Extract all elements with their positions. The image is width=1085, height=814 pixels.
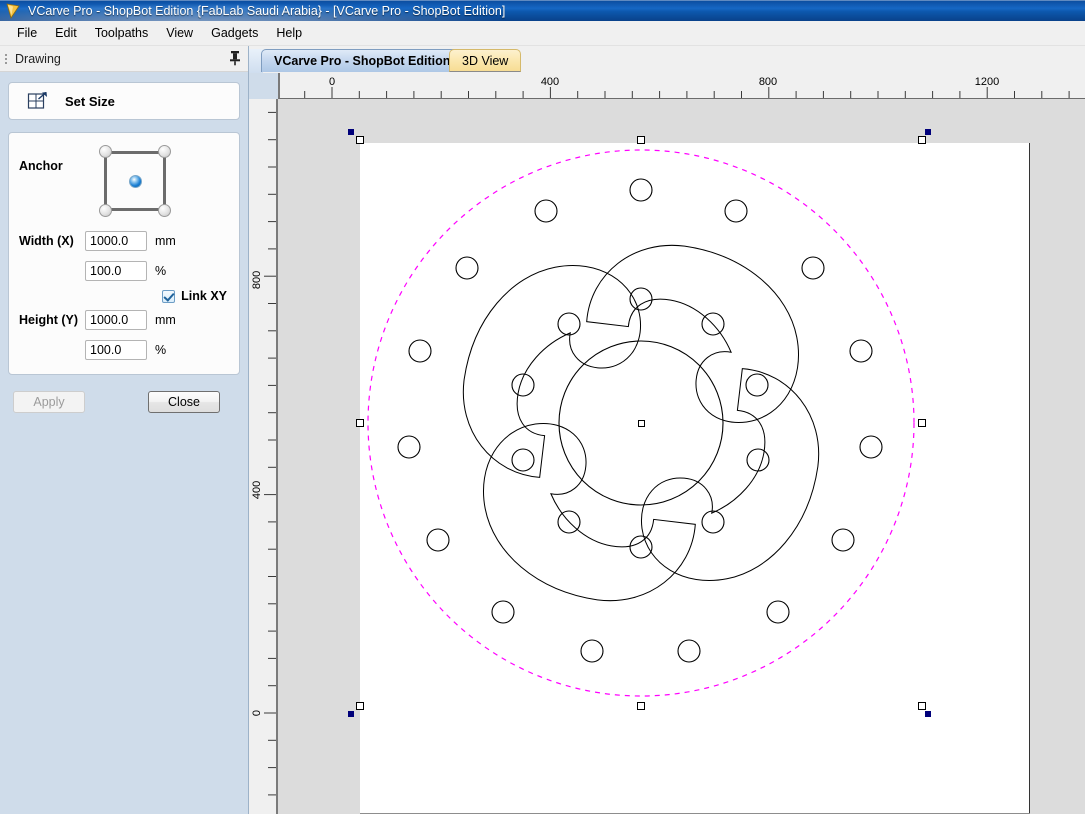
ruler-corner	[249, 73, 278, 99]
size-settings-group: Anchor Width (X) 1000.0 mm 100.0 % Link …	[8, 132, 240, 375]
svg-text:400: 400	[541, 76, 559, 88]
anchor-row: Anchor	[19, 145, 229, 217]
set-size-button[interactable]: Set Size	[8, 82, 240, 120]
drawing-canvas[interactable]	[278, 99, 1085, 814]
selection-handle[interactable]	[637, 136, 645, 144]
drawing-dock-panel: Drawing Set Size Anchor Width (X) 1000.0…	[0, 46, 249, 814]
anchor-dot-bottom-left[interactable]	[99, 204, 112, 217]
anchor-line-top	[105, 151, 165, 154]
width-percent-unit: %	[155, 264, 167, 278]
material-corner-marker[interactable]	[925, 129, 931, 135]
selection-handle[interactable]	[356, 136, 364, 144]
vertical-ruler[interactable]: 800 400 0	[249, 99, 278, 814]
height-label: Height (Y)	[19, 313, 79, 327]
material-corner-marker[interactable]	[925, 711, 931, 717]
svg-text:800: 800	[759, 76, 777, 88]
close-button[interactable]: Close	[148, 391, 220, 413]
link-xy-checkbox[interactable]	[162, 289, 176, 303]
material-corner-marker[interactable]	[348, 129, 354, 135]
panel-button-row: Apply Close	[8, 391, 240, 413]
menu-view[interactable]: View	[157, 23, 202, 43]
title-bar: VCarve Pro - ShopBot Edition {FabLab Sau…	[0, 0, 1085, 21]
tab-3d-view[interactable]: 3D View	[449, 49, 522, 72]
svg-text:1200: 1200	[975, 76, 999, 88]
menu-help[interactable]: Help	[267, 23, 311, 43]
width-percent-row: %	[19, 261, 229, 281]
anchor-dot-center[interactable]	[128, 174, 142, 188]
anchor-dot-top-left[interactable]	[99, 145, 112, 158]
anchor-line-right	[163, 151, 166, 211]
anchor-line-bottom	[105, 208, 165, 211]
height-row: Height (Y) mm	[19, 310, 229, 330]
anchor-dot-top-right[interactable]	[158, 145, 171, 158]
view-tab-strip: VCarve Pro - ShopBot Edition 3D View	[249, 46, 1085, 74]
svg-text:0: 0	[329, 76, 335, 88]
width-percent-input[interactable]	[85, 261, 147, 281]
vcarve-triangle-logo-icon	[4, 2, 22, 20]
link-xy-label: Link XY	[181, 289, 227, 303]
resize-icon	[27, 91, 49, 111]
menu-bar: File Edit Toolpaths View Gadgets Help	[0, 21, 1085, 46]
anchor-dot-bottom-right[interactable]	[158, 204, 171, 217]
pin-icon[interactable]	[229, 50, 241, 66]
height-percent-row: %	[19, 340, 229, 360]
anchor-line-left	[104, 151, 107, 211]
menu-gadgets[interactable]: Gadgets	[202, 23, 267, 43]
selection-center-handle[interactable]	[637, 419, 645, 427]
anchor-selector[interactable]	[99, 145, 171, 217]
anchor-label: Anchor	[19, 159, 63, 173]
svg-text:0: 0	[251, 710, 263, 716]
selection-handle[interactable]	[637, 702, 645, 710]
main-view-area: VCarve Pro - ShopBot Edition 3D View 0 40…	[249, 46, 1085, 814]
menu-file[interactable]: File	[8, 23, 46, 43]
selection-handle[interactable]	[918, 419, 926, 427]
material-corner-marker[interactable]	[348, 711, 354, 717]
drag-grip-icon[interactable]	[3, 51, 13, 66]
svg-text:400: 400	[251, 481, 263, 499]
selection-handle[interactable]	[356, 419, 364, 427]
width-row: Width (X) mm	[19, 231, 229, 251]
menu-toolpaths[interactable]: Toolpaths	[86, 23, 158, 43]
apply-button[interactable]: Apply	[13, 391, 85, 413]
set-size-label: Set Size	[65, 93, 115, 109]
height-percent-unit: %	[155, 343, 167, 357]
selection-handle[interactable]	[918, 702, 926, 710]
selection-handle[interactable]	[918, 136, 926, 144]
height-percent-input[interactable]	[85, 340, 147, 360]
panel-title: Drawing	[15, 51, 61, 66]
width-unit: mm	[155, 234, 176, 248]
window-title: VCarve Pro - ShopBot Edition {FabLab Sau…	[28, 3, 506, 18]
height-unit: mm	[155, 313, 176, 327]
panel-header: Drawing	[0, 46, 248, 72]
vector-drawing[interactable]	[278, 99, 1085, 814]
menu-edit[interactable]: Edit	[46, 23, 86, 43]
link-xy-row[interactable]: Link XY	[19, 289, 229, 303]
width-label: Width (X)	[19, 234, 74, 248]
svg-text:800: 800	[251, 271, 263, 289]
tab-2d-view[interactable]: VCarve Pro - ShopBot Edition	[261, 49, 464, 72]
panel-body: Set Size Anchor Width (X) 1000.0 mm 100.…	[0, 72, 248, 413]
width-input[interactable]	[85, 231, 147, 251]
selection-handle[interactable]	[356, 702, 364, 710]
horizontal-ruler[interactable]: 0 400 800 1200	[278, 73, 1085, 99]
vcarve-application-window: VCarve Pro - ShopBot Edition {FabLab Sau…	[0, 0, 1085, 814]
height-input[interactable]	[85, 310, 147, 330]
